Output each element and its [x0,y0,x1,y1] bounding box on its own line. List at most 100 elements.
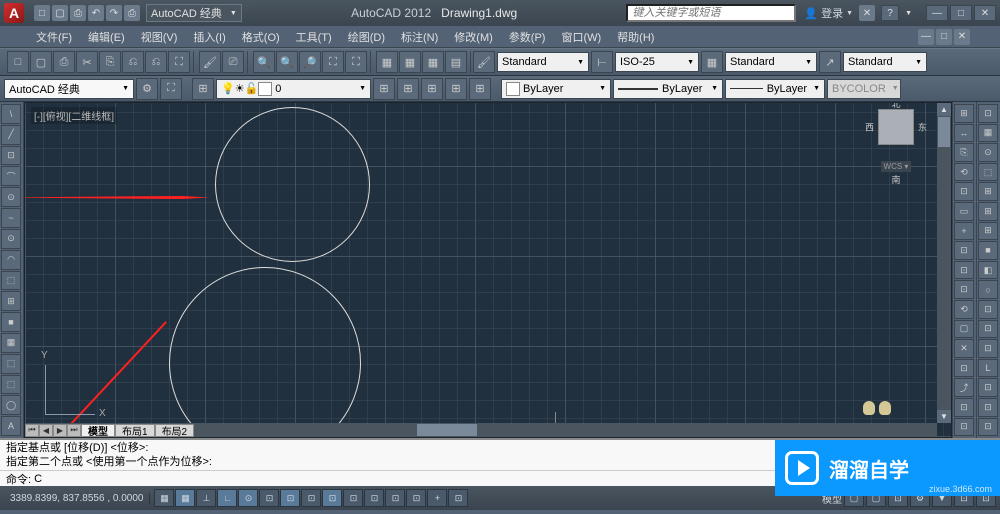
tb-paint[interactable]: 🖌 [199,51,221,73]
coordinates-display[interactable]: 3389.8399, 837.8556 , 0.0000 [4,493,150,504]
tool-join[interactable]: ✕ [954,339,974,358]
tool-b6[interactable]: ⊞ [978,222,998,241]
menu-dimension[interactable]: 标注(N) [395,27,444,47]
minimize-button[interactable]: — [926,5,948,21]
menu-help[interactable]: 帮助(H) [611,27,660,47]
tb-match[interactable]: ⎌ [145,51,167,73]
tb-extents[interactable]: ⛶ [345,51,367,73]
layer-state[interactable]: ⊞ [421,78,443,100]
menu-draw[interactable]: 绘图(D) [342,27,391,47]
ws-gear[interactable]: ⚙ [136,78,158,100]
tool-b2[interactable]: ⊙ [978,143,998,162]
tool-break[interactable]: ▢ [954,320,974,339]
tool-b9[interactable]: ○ [978,280,998,299]
menu-insert[interactable]: 插入(I) [187,27,231,47]
tool-region[interactable]: ⬚ [1,354,21,374]
tool-copy[interactable]: ↔ [954,124,974,143]
tb-mleader-icon[interactable]: ↗ [819,51,841,73]
viewcube-east[interactable]: 东 [918,121,927,134]
tool-mirror[interactable]: ⎘ [954,143,974,162]
tool-extra[interactable]: ⊡ [954,418,974,437]
tool-b10[interactable]: ⊡ [978,300,998,319]
tool-b13[interactable]: L [978,359,998,378]
scroll-up-icon[interactable]: ▲ [937,103,951,116]
linetype-dropdown[interactable]: ByLayer [613,79,723,99]
tool-trim[interactable]: ⊡ [954,280,974,299]
menu-view[interactable]: 视图(V) [135,27,184,47]
tb-new[interactable]: □ [7,51,29,73]
tool-b1[interactable]: ▦ [978,124,998,143]
workspace-dropdown-title[interactable]: AutoCAD 经典 [146,4,242,22]
layer-prev[interactable]: ⊞ [397,78,419,100]
menu-format[interactable]: 格式(O) [236,27,286,47]
tb-bucket[interactable]: ⎚ [222,51,244,73]
sb-otrack[interactable]: ⊡ [280,489,300,507]
tab-nav-prev[interactable]: ◀ [39,424,53,437]
tool-offset[interactable]: ⟲ [954,163,974,182]
tool-polygon[interactable]: ⌒ [1,166,21,186]
tool-hatch[interactable]: ■ [1,312,21,332]
tool-erase[interactable]: ⊞ [954,104,974,123]
search-input[interactable] [626,4,796,22]
layer-match[interactable]: ⊞ [445,78,467,100]
tool-b15[interactable]: ⊡ [978,398,998,417]
tb-zoom-win[interactable]: 🔍 [276,51,298,73]
layer-iso[interactable]: ⊞ [373,78,395,100]
login-button[interactable]: 👤 登录 ▼ [804,5,853,21]
plotstyle-dropdown[interactable]: BYCOLOR [827,79,901,99]
tool-b11[interactable]: ⊡ [978,320,998,339]
tool-b12[interactable]: ⊡ [978,339,998,358]
tool-revcloud[interactable]: ◠ [1,250,21,270]
menu-file[interactable]: 文件(F) [30,27,78,47]
tool-arc[interactable]: ~ [1,208,21,228]
nav-binocular-icon[interactable] [863,401,891,417]
tool-spline[interactable]: ⬚ [1,271,21,291]
sb-plus[interactable]: + [427,489,447,507]
drawing-viewport[interactable]: [-][俯视][二维线框] Y X 北 西 东 南 WCS ▾ ▲ ▼ [24,102,952,438]
sb-ortho[interactable]: ⊥ [196,489,216,507]
sb-qp[interactable]: ⊡ [385,489,405,507]
sb-grid[interactable]: ▦ [175,489,195,507]
layer-combo[interactable]: 💡 ☀ 🔓 0 [216,79,371,99]
doc-restore[interactable]: □ [936,29,952,45]
help-button[interactable]: ? [881,5,899,21]
viewport-label[interactable]: [-][俯视][二维线框] [31,107,117,124]
qat-print[interactable]: ⎙ [124,5,140,21]
menu-window[interactable]: 窗口(W) [555,27,607,47]
viewcube-face[interactable]: 西 东 [878,109,914,145]
viewcube-west[interactable]: 西 [865,121,874,134]
layer-walk[interactable]: ⊞ [469,78,491,100]
tb-cut[interactable]: ✂ [76,51,98,73]
tool-rect[interactable]: ⊙ [1,187,21,207]
tab-nav-first[interactable]: ⏮ [25,424,39,437]
qat-undo[interactable]: ↶ [88,5,104,21]
tool-table[interactable]: ⬚ [1,375,21,395]
vertical-scrollbar[interactable]: ▲ ▼ [937,103,951,423]
tool-ellipse[interactable]: ⊞ [1,291,21,311]
tb-save[interactable]: ⎙ [53,51,75,73]
sb-snap[interactable]: ▦ [154,489,174,507]
tool-point[interactable]: ◯ [1,395,21,415]
tool-array[interactable]: ⊡ [954,182,974,201]
sb-am[interactable]: ⊡ [448,489,468,507]
tb-table3[interactable]: ▦ [422,51,444,73]
tool-chamfer[interactable]: ⊡ [954,359,974,378]
doc-close[interactable]: ✕ [954,29,970,45]
tb-brush-icon[interactable]: 🖌 [473,51,495,73]
h-scroll-track[interactable] [194,423,937,437]
layer-props[interactable]: ⊞ [192,78,214,100]
tb-open[interactable]: ▢ [30,51,52,73]
viewcube-south[interactable]: 南 [891,173,900,186]
tb-table2[interactable]: ▦ [399,51,421,73]
sb-tpy[interactable]: ⊡ [364,489,384,507]
tb-pan[interactable]: ⛶ [322,51,344,73]
app-logo[interactable]: A [4,3,24,23]
drawing-circle-1[interactable] [215,107,370,262]
tool-text[interactable]: A [1,416,21,436]
tool-pline[interactable]: ⊡ [1,146,21,166]
tool-b3[interactable]: ⬚ [978,163,998,182]
tool-explode[interactable]: ⊡ [954,398,974,417]
tb-block[interactable]: ⛶ [168,51,190,73]
workspace-combo[interactable]: AutoCAD 经典 [4,79,134,99]
tool-circle[interactable]: ⊙ [1,229,21,249]
